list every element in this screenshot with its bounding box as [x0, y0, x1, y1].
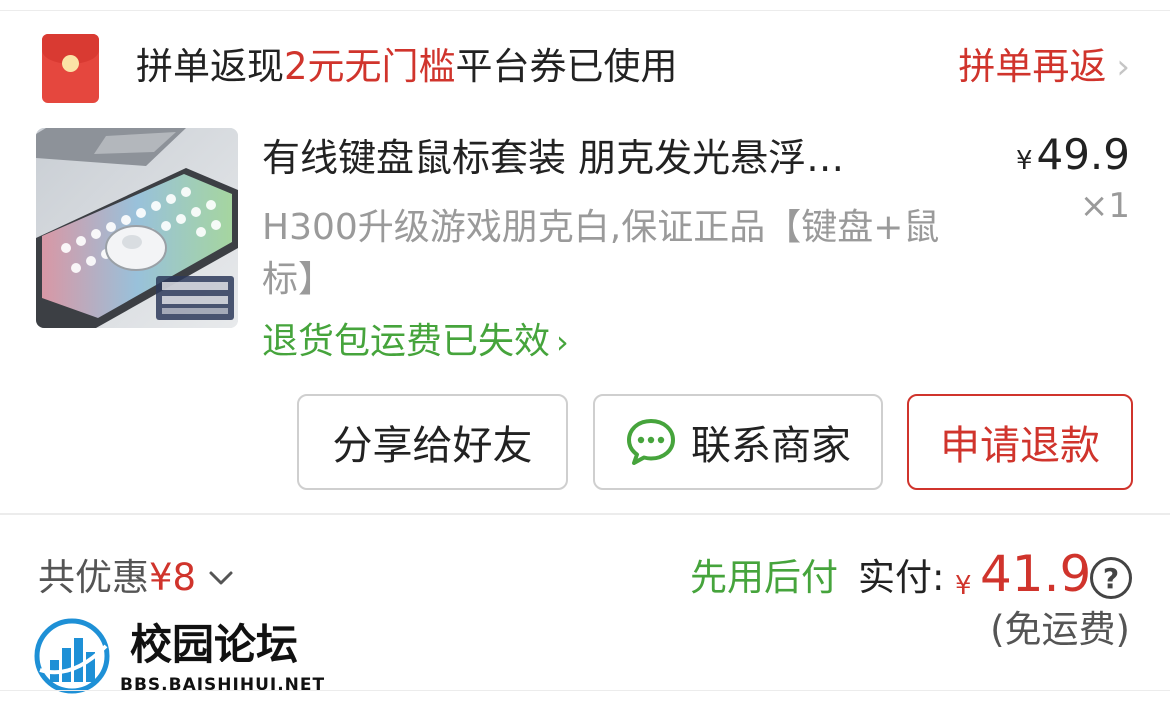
return-shipping-link[interactable]: 退货包运费已失效 ›: [262, 318, 569, 366]
promo-row[interactable]: 拼单返现2元无门槛平台券已使用 拼单再返 ›: [0, 30, 1170, 106]
help-question-icon[interactable]: ?: [1090, 557, 1132, 599]
contact-button-label: 联系商家: [691, 423, 851, 469]
promo-rebate-label: 拼单再返: [958, 45, 1107, 88]
contact-merchant-button[interactable]: 联系商家: [593, 394, 883, 490]
chevron-down-icon: [209, 571, 233, 585]
price-currency: ¥: [1015, 146, 1033, 176]
discount-summary[interactable]: 共优惠 ¥8: [38, 554, 234, 602]
watermark-title: 校园论坛: [130, 620, 299, 669]
product-price: ¥49.9: [1016, 130, 1130, 186]
price-value: 49.9: [1036, 130, 1130, 179]
discount-amount: ¥8: [149, 556, 197, 599]
top-divider: [0, 10, 1170, 11]
paid-label: 实付:: [858, 556, 945, 599]
promo-text-highlight: 2元无门槛: [284, 45, 456, 88]
paid-currency: ¥: [955, 571, 972, 601]
section-divider: [0, 513, 1170, 515]
watermark-url: BBS.BAISHIHUI.NET: [120, 675, 326, 695]
product-quantity: ×1: [1079, 186, 1130, 226]
free-shipping-note: (免运费): [990, 608, 1130, 651]
promo-rebate-link[interactable]: 拼单再返 ›: [958, 44, 1130, 90]
red-packet-icon: [42, 34, 99, 103]
paid-amount: 41.9: [980, 545, 1092, 603]
discount-label: 共优惠: [38, 556, 149, 599]
keyboard-mouse-photo-icon: [36, 128, 238, 328]
apply-refund-button[interactable]: 申请退款: [907, 394, 1133, 490]
forum-logo-icon: [34, 618, 110, 694]
product-thumbnail[interactable]: [36, 128, 238, 328]
pay-later-label: 先用后付: [690, 556, 838, 599]
return-shipping-label: 退货包运费已失效: [262, 321, 551, 362]
refund-button-label: 申请退款: [940, 423, 1100, 469]
promo-text-after: 平台券已使用: [455, 45, 678, 88]
chevron-right-icon: ›: [556, 323, 569, 361]
product-spec: H300升级游戏朋克白,保证正品【键盘+鼠标】: [262, 207, 940, 300]
bottom-divider: [0, 690, 1170, 691]
share-to-friend-button[interactable]: 分享给好友: [297, 394, 568, 490]
chevron-right-icon: ›: [1116, 47, 1130, 87]
promo-text: 拼单返现2元无门槛平台券已使用: [136, 44, 678, 90]
share-button-label: 分享给好友: [332, 423, 533, 469]
promo-text-before: 拼单返现: [136, 45, 284, 88]
chat-bubble-icon: [627, 419, 675, 465]
product-title[interactable]: 有线键盘鼠标套装 朋克发光悬浮…: [262, 134, 952, 182]
